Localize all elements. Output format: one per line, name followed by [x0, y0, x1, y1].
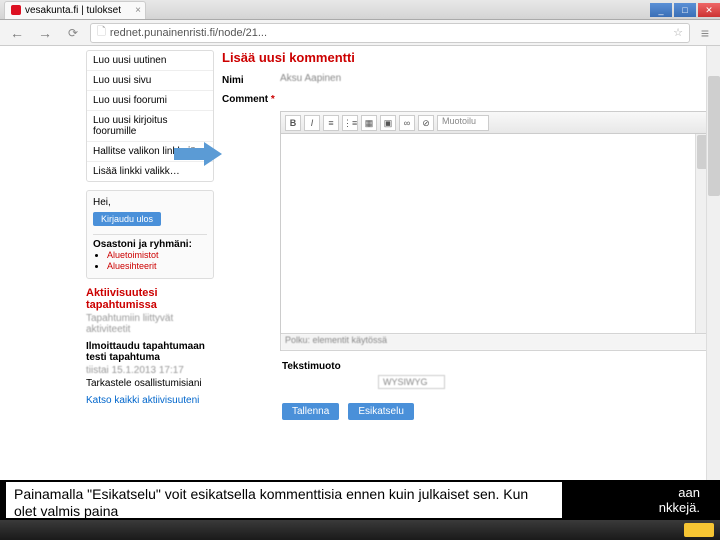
page-content: Luo uusi uutinen Luo uusi sivu Luo uusi … — [0, 46, 720, 516]
text-format-select[interactable]: WYSIWYG — [378, 375, 445, 389]
annotation-arrow-icon — [174, 142, 222, 166]
activity-all-link[interactable]: Katso kaikki aktiivisuuteni — [86, 395, 214, 406]
address-bar: ← → ⟳ 🗋 rednet.punainenristi.fi/node/21.… — [0, 20, 720, 46]
sidebar: Luo uusi uutinen Luo uusi sivu Luo uusi … — [86, 50, 214, 420]
window-close-button[interactable]: ✕ — [698, 3, 720, 17]
tab-title: vesakunta.fi | tulokset — [25, 5, 121, 16]
sidebar-item[interactable]: Luo uusi uutinen — [87, 51, 213, 71]
group-link[interactable]: Aluetoimistot — [107, 250, 159, 260]
bold-icon[interactable]: B — [285, 115, 301, 131]
name-value: Aksu Aapinen — [280, 73, 341, 84]
user-box: Hei, Kirjaudu ulos Osastoni ja ryhmäni: … — [86, 190, 214, 279]
save-button[interactable]: Tallenna — [282, 403, 339, 420]
groups-label: Osastoni ja ryhmäni: — [93, 239, 207, 250]
editor-toolbar: B I ≡ ⋮≡ ▦ ▣ ∞ ⊘ Muotoilu — [281, 112, 709, 134]
window-minimize-button[interactable]: _ — [650, 3, 672, 17]
sidebar-item[interactable]: Luo uusi sivu — [87, 71, 213, 91]
os-taskbar — [0, 520, 720, 540]
comment-label: Comment * — [222, 92, 280, 105]
name-label: Nimi — [222, 73, 280, 86]
format-select[interactable]: Muotoilu — [437, 115, 489, 131]
url-input[interactable]: 🗋 rednet.punainenristi.fi/node/21... ☆ — [90, 23, 690, 43]
overlay-right-text: aan nkkejä. — [659, 485, 700, 516]
browser-tab-strip: vesakunta.fi | tulokset × _ □ ✕ — [0, 0, 720, 20]
table-icon[interactable]: ▦ — [361, 115, 377, 131]
ordered-list-icon[interactable]: ⋮≡ — [342, 115, 358, 131]
text-format-label: Tekstimuoto — [282, 361, 662, 372]
editor-path: Polku: elementit käytössä — [281, 334, 709, 350]
editor-textarea[interactable] — [281, 134, 709, 334]
logout-button[interactable]: Kirjaudu ulos — [93, 212, 161, 226]
forward-button[interactable]: → — [34, 22, 56, 44]
window-maximize-button[interactable]: □ — [674, 3, 696, 17]
activity-view-link[interactable]: Tarkastele osallistumisiani — [86, 378, 214, 389]
sidebar-item[interactable]: Luo uusi foorumi — [87, 91, 213, 111]
page-scrollbar[interactable] — [706, 46, 720, 516]
browser-menu-icon[interactable]: ≡ — [696, 25, 714, 41]
browser-tab[interactable]: vesakunta.fi | tulokset × — [4, 1, 146, 19]
unlink-icon[interactable]: ⊘ — [418, 115, 434, 131]
image-icon[interactable]: ▣ — [380, 115, 396, 131]
url-text: rednet.punainenristi.fi/node/21... — [110, 27, 267, 39]
greeting-text: Hei, — [93, 197, 207, 208]
activity-block: Aktiivisuutesi tapahtumissa Tapahtumiin … — [86, 287, 214, 406]
activity-subtitle: Tapahtumiin liittyvät aktiviteetit — [86, 313, 214, 335]
form-heading: Lisää uusi kommentti — [222, 50, 662, 65]
favicon-icon — [11, 5, 21, 15]
reload-button[interactable]: ⟳ — [62, 22, 84, 44]
taskbar-button[interactable] — [684, 523, 714, 537]
back-button[interactable]: ← — [6, 22, 28, 44]
group-link[interactable]: Aluesihteerit — [107, 261, 157, 271]
page-scroll-thumb[interactable] — [708, 76, 720, 196]
italic-icon[interactable]: I — [304, 115, 320, 131]
activity-title: Aktiivisuutesi tapahtumissa — [86, 287, 214, 311]
caption-box: Painamalla "Esikatselu" voit esikatsella… — [4, 480, 564, 520]
form-actions: Tallenna Esikatselu — [282, 403, 662, 420]
preview-button[interactable]: Esikatselu — [348, 403, 414, 420]
activity-signup: Ilmoittaudu tapahtumaan testi tapahtuma — [86, 341, 214, 363]
rich-text-editor: B I ≡ ⋮≡ ▦ ▣ ∞ ⊘ Muotoilu Polku: element… — [280, 111, 710, 351]
comment-form: Lisää uusi kommentti Nimi Aksu Aapinen C… — [222, 50, 662, 420]
window-controls: _ □ ✕ — [648, 3, 720, 17]
link-icon[interactable]: ∞ — [399, 115, 415, 131]
list-icon[interactable]: ≡ — [323, 115, 339, 131]
sidebar-item[interactable]: Luo uusi kirjoitus foorumille — [87, 111, 213, 142]
activity-date: tiistai 15.1.2013 17:17 — [86, 365, 214, 376]
tab-close-icon[interactable]: × — [135, 5, 141, 16]
